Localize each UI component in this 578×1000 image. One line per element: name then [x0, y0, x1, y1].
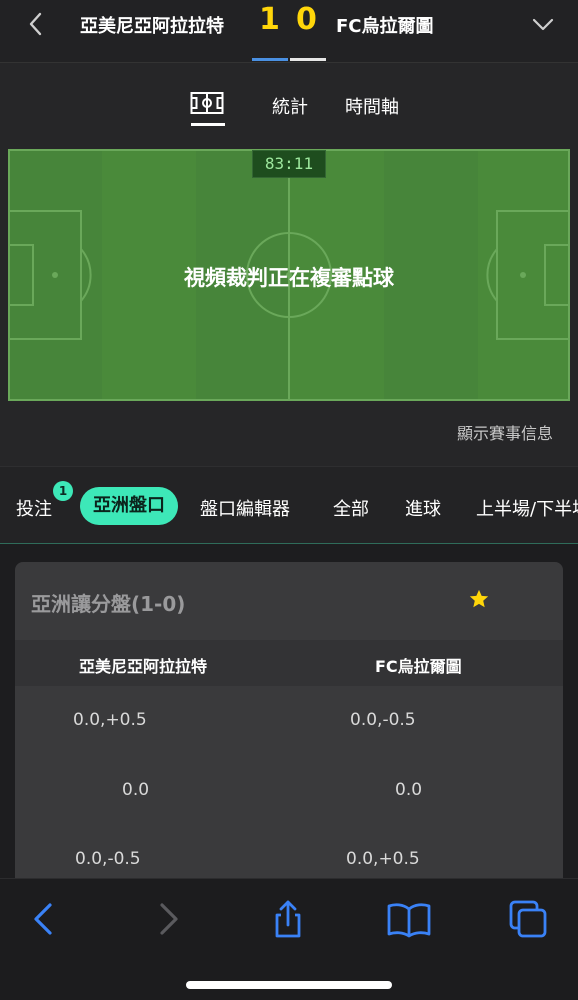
tab-all[interactable]: 全部	[333, 495, 369, 521]
tab-stats[interactable]: 統計	[272, 93, 308, 119]
market-card: 亞洲讓分盤(1-0) 亞美尼亞阿拉拉特 FC烏拉爾圖 0.0,+0.5 0.0,…	[15, 562, 563, 902]
home-color-bar	[252, 58, 288, 61]
field-icon[interactable]	[190, 91, 224, 115]
home-indicator	[186, 981, 392, 989]
pitch-message: 視頻裁判正在複審點球	[184, 266, 394, 290]
odds-home-line[interactable]: 0.0	[122, 780, 149, 800]
odds-away-line[interactable]: 0.0,-0.5	[350, 710, 416, 730]
share-icon[interactable]	[268, 899, 308, 939]
away-team-name: FC烏拉爾圖	[336, 16, 434, 37]
match-header: 亞美尼亞阿拉拉特 1 0 FC烏拉爾圖	[0, 0, 578, 62]
bet-count-badge: 1	[53, 481, 73, 501]
tab-halves[interactable]: 上半場/下半場	[476, 495, 578, 521]
match-clock: 83:11	[252, 150, 326, 178]
bookmarks-icon[interactable]	[386, 899, 432, 939]
odds-away-line[interactable]: 0.0	[395, 780, 422, 800]
star-icon[interactable]	[468, 588, 490, 610]
browser-toolbar	[0, 878, 578, 1000]
tab-asian-handicap[interactable]: 亞洲盤口	[80, 487, 178, 525]
away-score: 0	[296, 2, 317, 37]
browser-back-icon[interactable]	[24, 899, 64, 939]
odds-away-line[interactable]: 0.0,+0.5	[346, 849, 420, 869]
column-away-team: FC烏拉爾圖	[375, 657, 462, 676]
tab-market-editor[interactable]: 盤口編輯器	[200, 495, 290, 521]
field-tab-underline	[191, 123, 225, 126]
column-home-team: 亞美尼亞阿拉拉特	[79, 657, 208, 676]
odds-home-line[interactable]: 0.0,-0.5	[75, 849, 141, 869]
show-match-info-link[interactable]: 顯示賽事信息	[457, 420, 553, 444]
odds-home-line[interactable]: 0.0,+0.5	[73, 710, 147, 730]
tabs-icon[interactable]	[508, 899, 548, 939]
market-table-header: 亞美尼亞阿拉拉特 FC烏拉爾圖	[15, 640, 563, 686]
home-score: 1	[259, 2, 280, 37]
back-chevron-icon[interactable]	[22, 8, 50, 40]
away-color-bar	[290, 58, 326, 61]
home-team-name: 亞美尼亞阿拉拉特	[80, 16, 224, 37]
tab-timeline[interactable]: 時間軸	[345, 93, 399, 119]
tab-bet[interactable]: 投注	[16, 495, 52, 521]
browser-forward-icon[interactable]	[148, 899, 188, 939]
view-tabs: 統計 時間軸	[0, 62, 578, 146]
market-title: 亞洲讓分盤(1-0)	[31, 592, 186, 616]
pitch-area	[0, 146, 578, 466]
market-tabs: 投注 1 亞洲盤口 盤口編輯器 全部 進球 上半場/下半場	[0, 466, 578, 544]
expand-chevron-icon[interactable]	[528, 10, 558, 38]
tab-goals[interactable]: 進球	[405, 495, 441, 521]
